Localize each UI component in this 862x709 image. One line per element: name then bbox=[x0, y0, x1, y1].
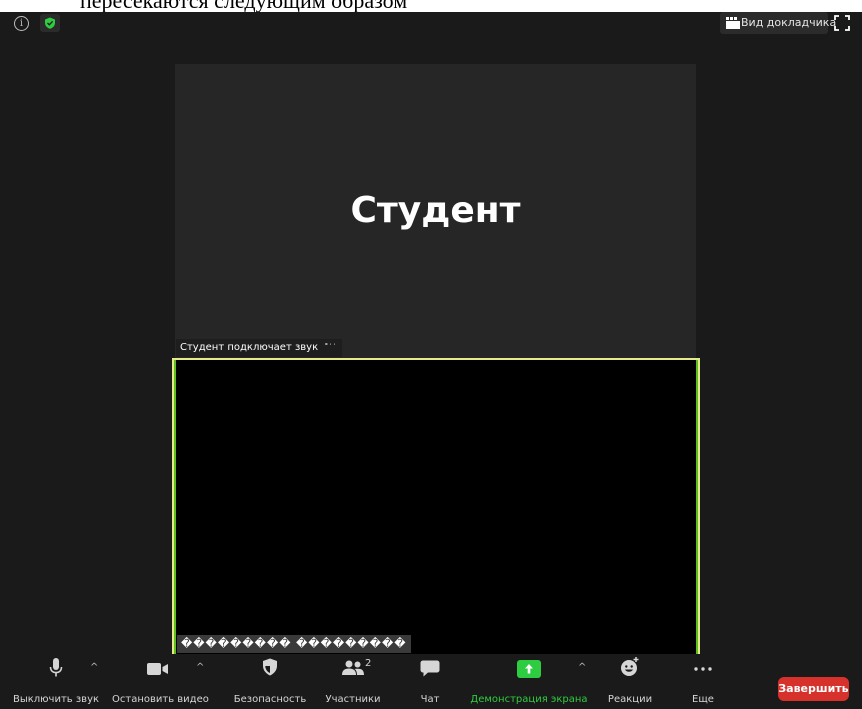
participants-icon bbox=[342, 660, 364, 675]
speaker-status-text: Студент подключает звук bbox=[180, 342, 319, 353]
end-meeting-button[interactable]: Завершить bbox=[778, 677, 849, 701]
share-screen-button[interactable]: Демонстрация экрана bbox=[470, 654, 588, 709]
more-button[interactable]: Еще bbox=[680, 654, 726, 709]
document-background-text: пересекаются следующим образом bbox=[0, 0, 862, 12]
security-shield-icon bbox=[263, 658, 277, 676]
mute-button[interactable]: Выключить звук bbox=[10, 654, 102, 709]
speaker-status-label: Студент подключает звук ˚˙˙ bbox=[176, 339, 343, 357]
participants-label: Участники bbox=[325, 694, 381, 705]
speaker-view-icon bbox=[726, 17, 740, 29]
share-screen-icon bbox=[517, 660, 541, 678]
security-label: Безопасность bbox=[233, 694, 307, 705]
active-video-tile[interactable]: ��������� ��������� bbox=[172, 358, 700, 656]
reactions-button[interactable]: Реакции bbox=[600, 654, 660, 709]
info-icon[interactable]: i bbox=[14, 16, 29, 31]
connecting-dots-icon: ˚˙˙ bbox=[324, 343, 337, 352]
speaker-view-button[interactable]: Вид докладчика bbox=[720, 12, 836, 34]
video-participant-name: ��������� ��������� bbox=[177, 635, 411, 653]
video-options-chevron-icon[interactable]: ^ bbox=[196, 662, 204, 673]
more-dots-icon bbox=[694, 667, 712, 671]
speaker-name: Студент bbox=[350, 190, 521, 231]
fullscreen-icon bbox=[834, 15, 850, 31]
participants-count-badge: 2 bbox=[365, 658, 372, 669]
emoji-plus-icon bbox=[621, 657, 639, 676]
audio-options-chevron-icon[interactable]: ^ bbox=[90, 662, 98, 673]
chat-bubble-icon bbox=[420, 660, 440, 677]
mute-label: Выключить звук bbox=[12, 694, 100, 705]
speaker-video-tile[interactable]: Студент bbox=[175, 64, 696, 358]
meeting-toolbar: Выключить звук ^ Остановить видео ^ Безо… bbox=[0, 654, 862, 709]
chat-label: Чат bbox=[420, 694, 440, 705]
stop-video-label: Остановить видео bbox=[112, 694, 209, 705]
more-label: Еще bbox=[692, 694, 714, 705]
microphone-icon bbox=[49, 658, 63, 677]
video-camera-icon bbox=[147, 663, 168, 675]
fullscreen-button[interactable] bbox=[833, 14, 851, 32]
share-screen-label: Демонстрация экрана bbox=[470, 694, 588, 705]
share-options-chevron-icon[interactable]: ^ bbox=[578, 662, 586, 673]
reactions-label: Реакции bbox=[607, 694, 653, 705]
security-button[interactable]: Безопасность bbox=[230, 654, 310, 709]
meeting-window: i Вид докладчика Студент Студент подключ… bbox=[0, 12, 862, 709]
stop-video-button[interactable]: Остановить видео bbox=[112, 654, 209, 709]
encryption-shield-button[interactable] bbox=[40, 14, 60, 32]
chat-button[interactable]: Чат bbox=[405, 654, 455, 709]
shield-check-icon bbox=[45, 17, 55, 29]
participants-button[interactable]: 2 Участники bbox=[318, 654, 388, 709]
speaker-view-label: Вид докладчика bbox=[741, 16, 837, 29]
